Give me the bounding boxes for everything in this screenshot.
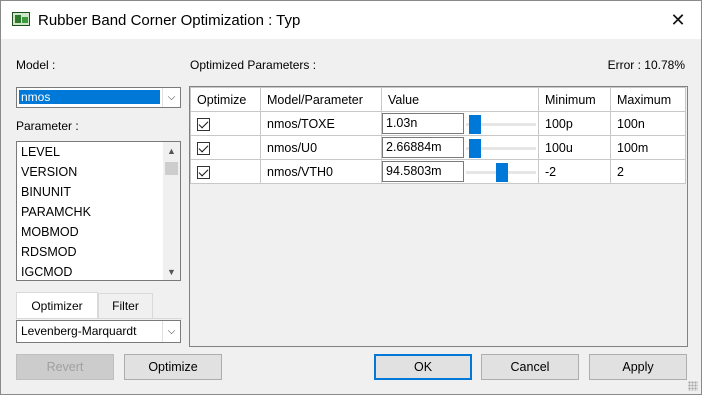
table-row[interactable]: nmos/TOXE 1.03n 100p 100n (190, 111, 686, 136)
value-input[interactable]: 2.66884m (382, 137, 464, 158)
title-bar: Rubber Band Corner Optimization : Typ ✕ (1, 1, 701, 39)
column-header-value[interactable]: Value (381, 87, 539, 112)
model-label: Model : (16, 58, 56, 72)
maximum-cell[interactable]: 100n (610, 111, 686, 136)
optimizer-selected-value: Levenberg-Marquardt (21, 324, 137, 338)
list-item[interactable]: BINUNIT (17, 182, 180, 202)
value-slider-thumb[interactable] (496, 163, 509, 182)
list-item[interactable]: RDSMOD (17, 242, 180, 262)
ok-button[interactable]: OK (374, 354, 472, 380)
table-header-row: Optimize Model/Parameter Value Minimum M… (190, 87, 686, 112)
column-header-minimum[interactable]: Minimum (538, 87, 611, 112)
error-text: Error : 10.78% (607, 58, 685, 72)
model-selected-value: nmos (19, 90, 160, 104)
window-title: Rubber Band Corner Optimization : Typ (38, 12, 301, 29)
optimized-parameters-label: Optimized Parameters : (190, 58, 317, 72)
minimum-cell[interactable]: -2 (538, 159, 611, 184)
optimize-checkbox[interactable] (197, 165, 210, 179)
dialog-window: Rubber Band Corner Optimization : Typ ✕ … (0, 0, 702, 395)
close-button[interactable]: ✕ (655, 1, 701, 39)
maximum-cell[interactable]: 100m (610, 135, 686, 160)
resize-grip-icon[interactable] (688, 381, 698, 391)
parameter-list[interactable]: LEVEL VERSION BINUNIT PARAMCHK MOBMOD RD… (16, 141, 181, 281)
parameter-label: Parameter : (16, 119, 79, 133)
column-header-maximum[interactable]: Maximum (610, 87, 686, 112)
list-item[interactable]: IGCMOD (17, 262, 180, 280)
close-icon: ✕ (670, 9, 686, 30)
optimize-button[interactable]: Optimize (124, 354, 222, 380)
list-item[interactable]: VERSION (17, 162, 180, 182)
maximum-cell[interactable]: 2 (610, 159, 686, 184)
value-input[interactable]: 94.5803m (382, 161, 464, 182)
tab-divider (16, 318, 182, 319)
parameter-scrollbar[interactable]: ▲ ▼ (163, 142, 180, 280)
list-item[interactable]: MOBMOD (17, 222, 180, 242)
minimum-cell[interactable]: 100p (538, 111, 611, 136)
parameter-name-cell: nmos/TOXE (260, 111, 382, 136)
optimizer-select[interactable]: Levenberg-Marquardt ⌵ (16, 320, 181, 343)
cancel-button[interactable]: Cancel (481, 354, 579, 380)
column-header-optimize[interactable]: Optimize (190, 87, 261, 112)
parameter-name-cell: nmos/U0 (260, 135, 382, 160)
tab-optimizer[interactable]: Optimizer (16, 292, 98, 318)
value-input[interactable]: 1.03n (382, 113, 464, 134)
list-item[interactable]: PARAMCHK (17, 202, 180, 222)
value-slider-thumb[interactable] (468, 115, 481, 134)
apply-button[interactable]: Apply (589, 354, 687, 380)
circuit-board-icon (12, 12, 30, 26)
tab-filter[interactable]: Filter (98, 293, 153, 318)
chevron-down-icon[interactable]: ▼ (163, 263, 180, 280)
table-row[interactable]: nmos/VTH0 94.5803m -2 2 (190, 159, 686, 184)
optimize-checkbox[interactable] (197, 117, 210, 131)
model-select[interactable]: nmos ⌵ (16, 87, 181, 108)
chevron-down-icon[interactable]: ⌵ (162, 321, 180, 342)
list-item[interactable]: LEVEL (17, 142, 180, 162)
optimize-checkbox[interactable] (197, 141, 210, 155)
chevron-up-icon[interactable]: ▲ (163, 142, 180, 159)
value-slider-thumb[interactable] (468, 139, 481, 158)
minimum-cell[interactable]: 100u (538, 135, 611, 160)
scrollbar-thumb[interactable] (165, 162, 178, 175)
table-row[interactable]: nmos/U0 2.66884m 100u 100m (190, 135, 686, 160)
revert-button[interactable]: Revert (16, 354, 114, 380)
parameter-name-cell: nmos/VTH0 (260, 159, 382, 184)
chevron-down-icon[interactable]: ⌵ (162, 88, 180, 107)
optimized-parameters-table: Optimize Model/Parameter Value Minimum M… (189, 86, 688, 347)
column-header-model-parameter[interactable]: Model/Parameter (260, 87, 382, 112)
